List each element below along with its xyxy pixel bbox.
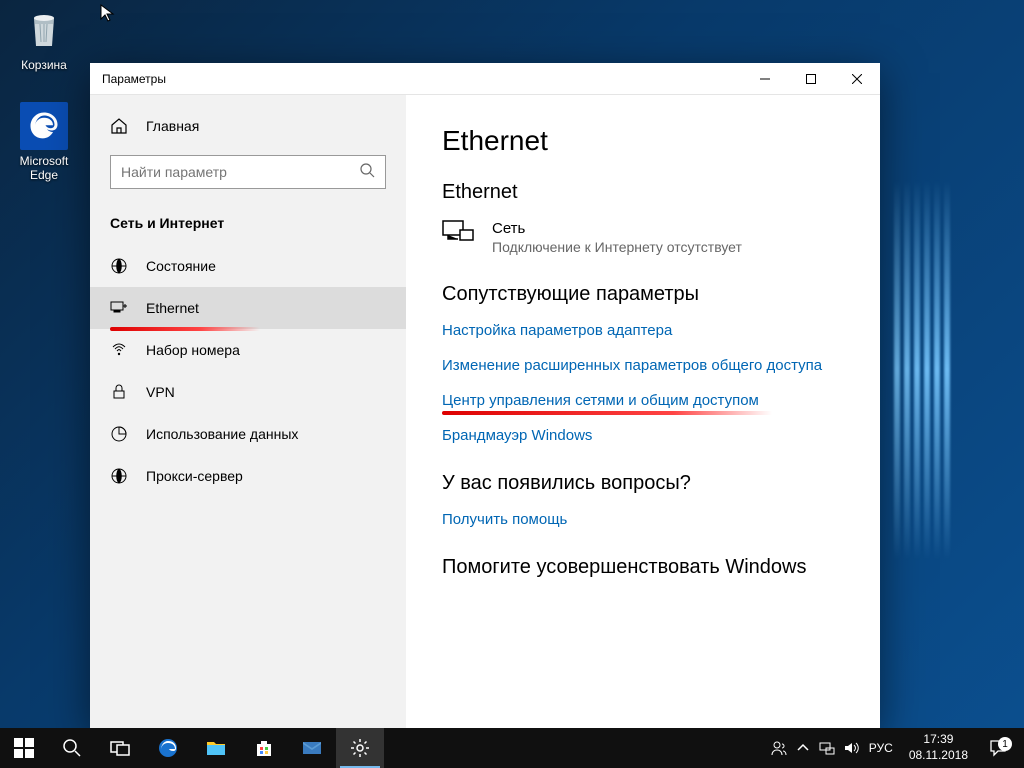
recycle-bin-icon bbox=[20, 6, 68, 54]
sidebar-item-proxy[interactable]: Прокси-сервер bbox=[90, 455, 406, 497]
section-heading: У вас появились вопросы? bbox=[442, 472, 840, 495]
taskbar-settings[interactable] bbox=[336, 728, 384, 768]
desktop-icon-label: Microsoft Edge bbox=[6, 154, 82, 182]
sidebar: Главная Сеть и Интернет Состояние Ethern… bbox=[90, 95, 406, 730]
minimize-button[interactable] bbox=[742, 63, 788, 95]
annotation-underline bbox=[442, 411, 772, 415]
taskbar-store[interactable] bbox=[240, 728, 288, 768]
notification-badge: 1 bbox=[998, 737, 1012, 751]
tray-people[interactable] bbox=[767, 728, 791, 768]
network-name: Сеть bbox=[492, 220, 742, 237]
taskbar: РУС 17:39 08.11.2018 1 bbox=[0, 728, 1024, 768]
close-button[interactable] bbox=[834, 63, 880, 95]
ethernet-icon bbox=[110, 299, 130, 317]
edge-icon bbox=[20, 102, 68, 150]
desktop-icon-edge[interactable]: Microsoft Edge bbox=[6, 102, 82, 182]
sidebar-item-datausage[interactable]: Использование данных bbox=[90, 413, 406, 455]
status-icon bbox=[110, 257, 130, 275]
page-title: Ethernet bbox=[442, 125, 840, 157]
link-network-center[interactable]: Центр управления сетями и общим доступом bbox=[442, 392, 840, 409]
dialup-icon bbox=[110, 341, 130, 359]
sidebar-item-vpn[interactable]: VPN bbox=[90, 371, 406, 413]
tray-network-icon[interactable] bbox=[815, 728, 839, 768]
desktop-icon-label: Корзина bbox=[6, 58, 82, 72]
section-heading: Помогите усовершенствовать Windows bbox=[442, 556, 840, 579]
tray-volume-icon[interactable] bbox=[839, 728, 863, 768]
link-get-help[interactable]: Получить помощь bbox=[442, 511, 840, 528]
window-title: Параметры bbox=[90, 72, 742, 86]
link-firewall[interactable]: Брандмауэр Windows bbox=[442, 427, 840, 444]
section-heading: Сопутствующие параметры bbox=[442, 283, 840, 306]
sidebar-item-dialup[interactable]: Набор номера bbox=[90, 329, 406, 371]
vpn-icon bbox=[110, 383, 130, 401]
network-status-block[interactable]: Сеть Подключение к Интернету отсутствует bbox=[442, 220, 840, 255]
titlebar[interactable]: Параметры bbox=[90, 63, 880, 95]
taskbar-taskview[interactable] bbox=[96, 728, 144, 768]
search-box[interactable] bbox=[110, 155, 386, 189]
link-adapter-settings[interactable]: Настройка параметров адаптера bbox=[442, 322, 840, 339]
sidebar-item-status[interactable]: Состояние bbox=[90, 245, 406, 287]
tray-notifications[interactable]: 1 bbox=[978, 739, 1018, 757]
proxy-icon bbox=[110, 467, 130, 485]
section-heading: Ethernet bbox=[442, 181, 840, 204]
datausage-icon bbox=[110, 425, 130, 443]
start-button[interactable] bbox=[0, 728, 48, 768]
sidebar-section-header: Сеть и Интернет bbox=[90, 207, 406, 245]
link-advanced-sharing[interactable]: Изменение расширенных параметров общего … bbox=[442, 357, 840, 374]
search-input[interactable] bbox=[121, 164, 359, 180]
tray-language[interactable]: РУС bbox=[863, 741, 899, 755]
sidebar-item-ethernet[interactable]: Ethernet bbox=[90, 287, 406, 329]
search-icon bbox=[359, 162, 375, 183]
maximize-button[interactable] bbox=[788, 63, 834, 95]
network-icon bbox=[442, 220, 474, 253]
tray-clock[interactable]: 17:39 08.11.2018 bbox=[899, 732, 978, 763]
home-link[interactable]: Главная bbox=[90, 107, 406, 145]
desktop-icon-recycle-bin[interactable]: Корзина bbox=[6, 6, 82, 72]
main-panel: Ethernet Ethernet Сеть Подключение к Инт… bbox=[406, 95, 880, 730]
taskbar-search[interactable] bbox=[48, 728, 96, 768]
taskbar-edge[interactable] bbox=[144, 728, 192, 768]
home-icon bbox=[110, 117, 130, 135]
cursor-icon bbox=[100, 4, 116, 24]
taskbar-mail[interactable] bbox=[288, 728, 336, 768]
tray-chevron-up-icon[interactable] bbox=[791, 728, 815, 768]
taskbar-explorer[interactable] bbox=[192, 728, 240, 768]
network-status: Подключение к Интернету отсутствует bbox=[492, 239, 742, 255]
settings-window: Параметры Главная Сеть и Интернет Состоя… bbox=[90, 63, 880, 730]
